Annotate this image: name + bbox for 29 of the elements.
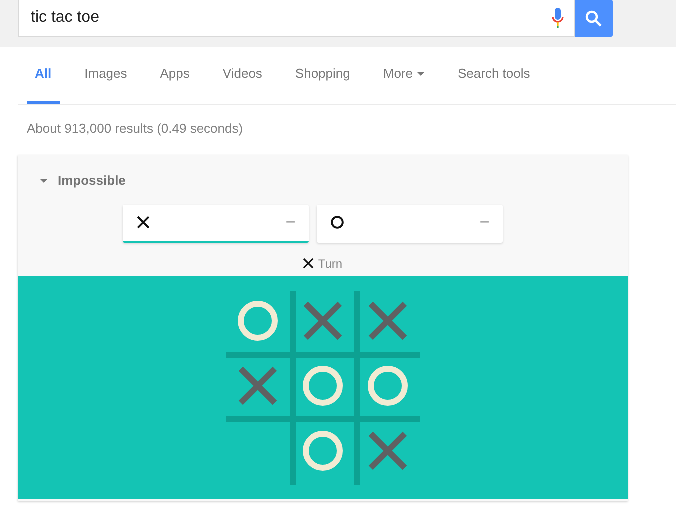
- player-button[interactable]: –: [123, 204, 309, 242]
- caret-icon: [417, 72, 425, 76]
- circle-mark: [238, 301, 278, 341]
- x-mark-icon: [137, 216, 150, 229]
- search-box[interactable]: tic tac toe: [18, 0, 575, 37]
- x-mark: [238, 366, 278, 406]
- difficulty-dropdown[interactable]: Impossible: [18, 155, 126, 190]
- x-mark-icon: [303, 258, 314, 269]
- circle-mark-icon: [331, 216, 344, 229]
- search-button[interactable]: [575, 0, 613, 37]
- circle-mark: [303, 366, 343, 406]
- result-stats: About 913,000 results (0.49 seconds): [26, 120, 244, 138]
- circle-mark: [303, 431, 343, 471]
- caret-icon: [40, 178, 48, 183]
- search-tab[interactable]: All: [27, 47, 60, 104]
- x-mark: [303, 301, 343, 341]
- search-tab[interactable]: Images: [76, 47, 136, 104]
- search-tab[interactable]: More: [375, 47, 433, 104]
- turn-label: Turn: [318, 256, 343, 272]
- search-tab[interactable]: Search tools: [450, 47, 538, 104]
- search-tab[interactable]: Shopping: [287, 47, 358, 104]
- search-tab[interactable]: Apps: [152, 47, 198, 104]
- microphone-icon[interactable]: [552, 8, 564, 28]
- x-mark: [368, 431, 408, 471]
- player-button[interactable]: –: [317, 204, 503, 242]
- search-tab[interactable]: Videos: [214, 47, 270, 104]
- search-icon: [585, 10, 603, 28]
- circle-mark: [368, 366, 408, 406]
- x-mark: [368, 301, 408, 341]
